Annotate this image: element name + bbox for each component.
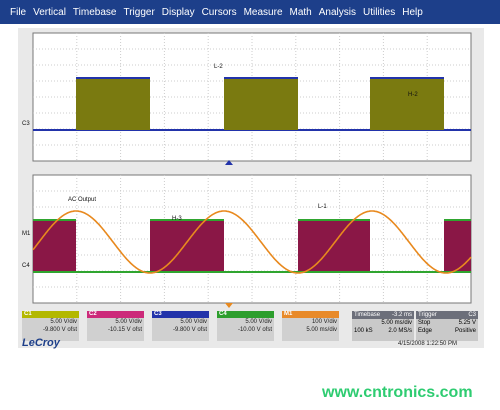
datetime: 4/15/2008 1:22:50 PM [398,341,458,347]
watermark: www.cntronics.com [322,384,473,401]
cursor-marker [225,303,233,308]
channel-box-m1[interactable]: M1 100 V/div 5.00 ms/div [282,311,339,341]
olive-pulse [370,78,444,130]
label-c3: C3 [22,121,30,127]
brand-logo: LeCroy [22,337,60,349]
label-h3: H-3 [172,216,182,222]
timebase-box[interactable]: Timebase -3.2 ms 5.00 ms/div 100 kS 2.0 MS… [352,311,414,341]
maroon-pulse [298,220,370,272]
label-l2: L-2 [214,64,223,70]
trigger-box[interactable]: Trigger C3 Stop 5.25 V Edge Positive [416,311,478,341]
maroon-pulse [150,220,224,272]
waveform-display [32,32,472,308]
label-m1: M1 [22,231,31,237]
label-l1: L-1 [318,204,327,210]
maroon-pulse [444,220,471,272]
label-ac-output: AC Output [68,197,97,203]
maroon-pulse [33,220,76,272]
label-h2: H-2 [408,92,418,98]
olive-pulse [76,78,150,130]
olive-pulse [224,78,298,130]
channel-box-c3[interactable]: C3 5.00 V/div -9.800 V ofst [152,311,209,341]
label-c4: C4 [22,263,30,269]
channel-box-c2[interactable]: C2 5.00 V/div -10.15 V ofst [87,311,144,341]
channel-box-c4[interactable]: C4 5.00 V/div -10.00 V ofst [217,311,274,341]
